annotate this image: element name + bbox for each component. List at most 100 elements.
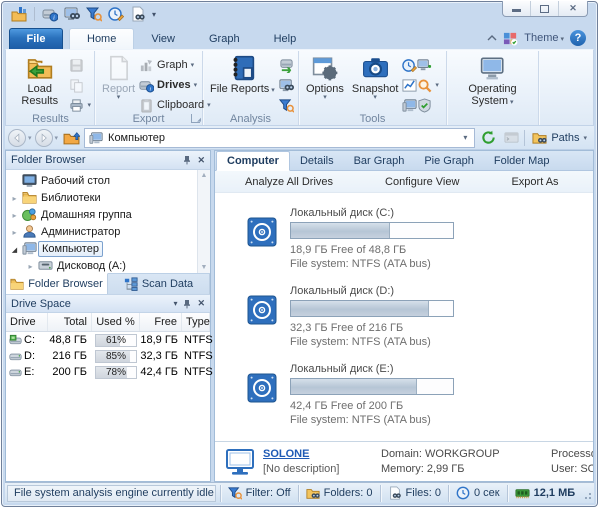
report-button[interactable]: Report [98,52,139,101]
search-computer-button[interactable] [279,77,294,93]
qat-scan-icon[interactable] [42,6,58,22]
col-free[interactable]: Free [140,313,182,331]
ribbon-group-analysis: File Reports Analysis [203,51,299,125]
drive-space-header: Drive Space ▾ ✕ [6,294,210,313]
tab-folder-map[interactable]: Folder Map [484,151,560,170]
save-results-button[interactable] [69,57,91,73]
title-bar[interactable]: ▾ ✕ [5,2,594,26]
table-row-c[interactable]: C: 48,8 ГБ 61% 18,9 ГБ NTFS [6,332,210,348]
filter-button[interactable] [279,97,294,113]
qat-search-files-icon[interactable] [64,6,80,22]
tab-graph[interactable]: Graph [192,28,257,49]
copy-results-button[interactable] [69,77,91,93]
tree-item-desktop[interactable]: Рабочий стол [6,172,210,189]
scroll-down-icon[interactable]: ▼ [201,264,208,271]
export-drives-button[interactable]: Drives [139,77,211,93]
col-drive[interactable]: Drive [6,313,48,331]
qat-schedule-icon[interactable] [108,6,124,22]
up-folder-button[interactable] [61,128,81,148]
command-prompt-button[interactable] [501,128,521,148]
qat-customize-dropdown-icon[interactable]: ▾ [152,10,156,19]
tree-item-libraries[interactable]: Библиотеки [6,189,210,206]
table-row-d[interactable]: D: 216 ГБ 85% 32,3 ГБ NTFS [6,348,210,364]
col-type[interactable]: Type [182,313,210,331]
table-row-e[interactable]: E: 200 ГБ 78% 42,4 ГБ NTFS [6,364,210,380]
tree-item-computer[interactable]: Компьютер [6,240,210,257]
export-as-link[interactable]: Export As [511,176,558,188]
expander-icon[interactable] [9,209,20,221]
scheduler-button[interactable] [402,57,417,73]
tab-computer[interactable]: Computer [216,151,290,171]
expander-icon[interactable] [9,226,20,238]
pin-icon[interactable] [182,155,192,165]
tree-scrollbar[interactable]: ▲▼ [197,170,210,273]
qat-filter-icon[interactable] [86,6,102,22]
operating-system-button[interactable]: Operating System [450,52,535,109]
export-dialog-launcher-icon[interactable] [191,114,200,123]
drive-space-menu-icon[interactable]: ▾ [173,299,177,308]
add-computer-button[interactable] [417,57,439,73]
back-history-dropdown-icon[interactable]: ▾ [28,134,32,142]
tree-item-homegroup[interactable]: Домашняя группа [6,206,210,223]
drive-card-e[interactable]: Локальный диск (E:) 42,4 ГБ Free of 200 … [247,362,593,427]
back-button[interactable] [8,129,26,147]
drive-card-d[interactable]: Локальный диск (D:) 32,3 ГБ Free of 216 … [247,284,593,349]
configure-view-link[interactable]: Configure View [385,176,459,188]
pin-icon[interactable] [182,299,192,309]
export-graph-button[interactable]: Graph [139,57,211,73]
tab-help[interactable]: Help [257,28,314,49]
expander-icon[interactable] [25,260,36,272]
collapse-ribbon-icon[interactable] [487,35,497,41]
security-button[interactable] [417,97,439,113]
file-reports-button[interactable]: File Reports [206,52,279,97]
operating-system-icon [480,55,506,81]
drive-card-c[interactable]: Локальный диск (C:) 18,9 ГБ Free of 48,8… [247,206,593,271]
print-button[interactable] [69,97,91,113]
load-results-button[interactable]: Load Results [10,52,69,107]
forward-history-dropdown-icon[interactable]: ▾ [55,134,59,142]
maximize-button[interactable] [531,1,559,16]
minimize-button[interactable] [503,1,531,16]
qat-preview-icon[interactable] [130,6,146,22]
tab-scan-data[interactable]: Scan Data [108,274,210,294]
forward-button[interactable] [35,129,53,147]
computer-report-button[interactable] [402,97,417,113]
address-dropdown-icon[interactable]: ▾ [460,133,470,142]
options-button[interactable]: Options [302,52,348,101]
refresh-button[interactable] [478,128,498,148]
analyze-all-drives-link[interactable]: Analyze All Drives [245,176,333,188]
disk-usage-button[interactable] [279,57,294,73]
tab-home[interactable]: Home [69,28,134,49]
tab-file[interactable]: File [9,28,63,49]
close-button[interactable]: ✕ [559,1,587,16]
col-total[interactable]: Total [48,313,92,331]
export-clipboard-button[interactable]: Clipboard [139,97,211,113]
scroll-up-icon[interactable]: ▲ [201,172,208,179]
tab-bar-graph[interactable]: Bar Graph [344,151,415,170]
expander-icon[interactable] [9,243,20,255]
resize-grip[interactable] [584,486,592,500]
expander-icon[interactable] [9,192,20,204]
col-used[interactable]: Used % [92,313,140,331]
tab-details[interactable]: Details [290,151,344,170]
drive-space-table-header[interactable]: Drive Total Used % Free Type [6,313,210,332]
tab-pie-graph[interactable]: Pie Graph [414,151,484,170]
close-panel-icon[interactable]: ✕ [197,298,205,309]
address-input[interactable]: Компьютер ▾ [84,128,475,148]
tab-view[interactable]: View [134,28,192,49]
snapshot-button[interactable]: Snapshot [348,52,402,101]
drive-name[interactable]: Локальный диск (E:) [290,362,454,376]
paths-button[interactable]: Paths [528,128,591,148]
status-filter[interactable]: Filter: Off [220,485,298,502]
tab-folder-browser[interactable]: Folder Browser [6,273,108,294]
help-button[interactable]: ? [570,30,586,46]
drive-name[interactable]: Локальный диск (D:) [290,284,454,298]
theme-dropdown[interactable]: Theme [524,32,564,44]
trend-chart-button[interactable] [402,77,417,93]
computer-name-link[interactable]: SOLONE [263,448,309,460]
tree-item-administrator[interactable]: Администратор [6,223,210,240]
drive-name[interactable]: Локальный диск (C:) [290,206,454,220]
tree-item-drive-a[interactable]: Дисковод (A:) [6,257,210,273]
close-panel-icon[interactable]: ✕ [197,155,205,166]
search-button[interactable] [417,77,439,93]
